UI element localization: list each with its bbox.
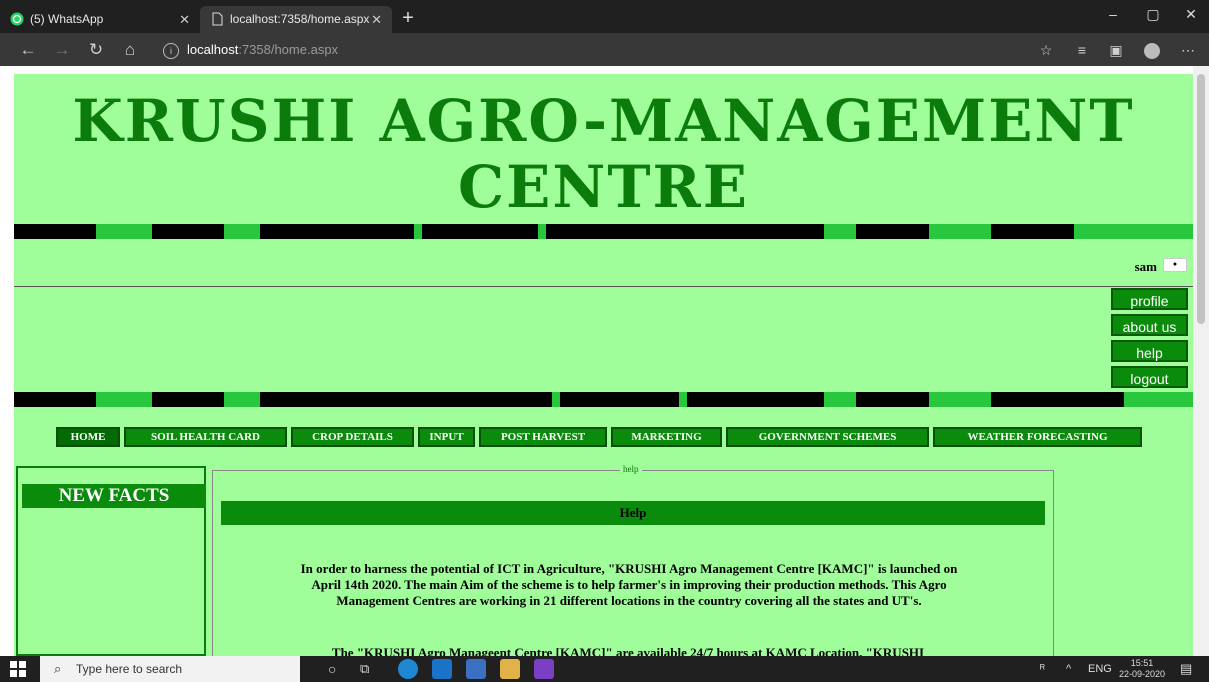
about-us-button[interactable]: about us [1111, 314, 1188, 336]
taskbar-clock[interactable]: 15:51 22-09-2020 [1117, 658, 1167, 680]
new-facts-title: NEW FACTS [58, 485, 170, 506]
favorite-star-icon[interactable]: ☆ [1034, 38, 1058, 62]
url-input[interactable]: i localhost:7358/home.aspx [163, 37, 1063, 62]
menu-soil-health-card[interactable]: SOIL HEALTH CARD [124, 427, 287, 447]
forward-icon[interactable]: → [50, 38, 74, 62]
scrollbar-thumb[interactable] [1197, 74, 1205, 324]
windows-taskbar: ⌕ Type here to search ○ ⧉ ᴿ ^ ENG 15:51 … [0, 656, 1209, 682]
help-paragraph-2: The "KRUSHI Agro Manageent Centre [KAMC]… [331, 645, 925, 656]
info-icon[interactable]: i [163, 42, 179, 59]
band-segment [96, 392, 152, 407]
help-paragraph-1: In order to harness the potential of ICT… [300, 561, 958, 608]
clock-time: 15:51 [1130, 658, 1154, 668]
whatsapp-icon [10, 12, 24, 26]
band-segment [224, 224, 260, 239]
close-tab-icon[interactable]: ✕ [179, 6, 190, 33]
task-view-icon[interactable]: ⧉ [360, 656, 369, 682]
username-label: sam [1134, 259, 1157, 274]
file-explorer-icon[interactable] [500, 659, 520, 679]
minimize-button[interactable]: – [1098, 6, 1128, 22]
menu-marketing[interactable]: MARKETING [611, 427, 722, 447]
page-viewport: KRUSHI AGRO-MANAGEMENT CENTRE sam ● prof… [0, 66, 1209, 656]
page-scrollbar[interactable] [1193, 66, 1209, 656]
site-header: KRUSHI AGRO-MANAGEMENT CENTRE [14, 74, 1193, 224]
url-host: localhost [187, 42, 239, 57]
band-segment [824, 392, 856, 407]
remote-app-icon[interactable] [466, 659, 486, 679]
band-segment [1074, 224, 1193, 239]
taskbar-search-input[interactable]: ⌕ Type here to search [40, 656, 300, 682]
clock-date: 22-09-2020 [1118, 669, 1166, 679]
collections-icon[interactable]: ▣ [1104, 38, 1128, 62]
visual-studio-icon[interactable] [534, 659, 554, 679]
tab-home[interactable]: localhost:7358/home.aspx ✕ [200, 6, 392, 33]
refresh-icon[interactable]: ↻ [84, 38, 108, 62]
profile-avatar-icon[interactable] [1140, 38, 1164, 62]
band-segment [224, 392, 260, 407]
tab-whatsapp[interactable]: (5) WhatsApp ✕ [0, 6, 200, 33]
profile-button[interactable]: profile [1111, 288, 1188, 310]
search-icon: ⌕ [54, 661, 62, 676]
help-fieldset: help Help In order to harness the potent… [212, 464, 1054, 656]
site-title: KRUSHI AGRO-MANAGEMENT CENTRE [72, 87, 1135, 221]
user-menu-button[interactable]: ● [1163, 258, 1187, 272]
favorites-list-icon[interactable]: ≡ [1070, 38, 1094, 62]
menu-weather-forecasting[interactable]: WEATHER FORECASTING [933, 427, 1142, 447]
band-segment [929, 392, 991, 407]
header-band [14, 224, 1193, 239]
new-tab-button[interactable]: + [396, 6, 420, 30]
cortana-icon[interactable]: ○ [328, 656, 336, 682]
fieldset-legend: help [620, 464, 642, 474]
mail-app-icon[interactable] [432, 659, 452, 679]
band-segment [929, 224, 991, 239]
new-facts-header: NEW FACTS [22, 484, 206, 508]
maximize-button[interactable]: ▢ [1138, 6, 1168, 23]
band-segment [824, 224, 856, 239]
band-segment [1124, 392, 1193, 407]
menu-post-harvest[interactable]: POST HARVEST [479, 427, 607, 447]
home-icon[interactable]: ⌂ [118, 38, 142, 62]
tab-title: localhost:7358/home.aspx [230, 12, 370, 26]
page-content: KRUSHI AGRO-MANAGEMENT CENTRE sam ● prof… [14, 74, 1193, 656]
tab-title: (5) WhatsApp [30, 12, 104, 26]
close-window-button[interactable]: ✕ [1176, 6, 1206, 23]
user-row: sam ● [14, 239, 1193, 287]
band-segment [538, 224, 546, 239]
help-button[interactable]: help [1111, 340, 1188, 362]
show-hidden-icons[interactable]: ^ [1066, 656, 1071, 682]
menu-crop-details[interactable]: CROP DETAILS [291, 427, 414, 447]
page-icon [212, 12, 223, 26]
new-facts-panel: NEW FACTS [16, 466, 206, 656]
close-tab-icon[interactable]: ✕ [371, 6, 382, 33]
more-menu-icon[interactable]: ⋯ [1176, 38, 1200, 62]
windows-start-icon[interactable] [10, 661, 26, 677]
back-icon[interactable]: ← [16, 38, 40, 62]
notification-icon[interactable]: ▤ [1180, 656, 1192, 682]
menu-government-schemes[interactable]: GOVERNMENT SCHEMES [726, 427, 929, 447]
band-segment [679, 392, 687, 407]
menu-home[interactable]: HOME [56, 427, 120, 447]
help-heading: Help [221, 501, 1045, 525]
logout-button[interactable]: logout [1111, 366, 1188, 388]
url-path: :7358/home.aspx [238, 42, 339, 57]
edge-app-icon[interactable] [398, 659, 418, 679]
band-segment [414, 224, 422, 239]
people-icon[interactable]: ᴿ [1040, 656, 1045, 682]
browser-tab-bar: (5) WhatsApp ✕ localhost:7358/home.aspx … [0, 0, 1209, 33]
search-placeholder: Type here to search [76, 662, 183, 676]
band-segment [96, 224, 152, 239]
menu-input[interactable]: INPUT [418, 427, 475, 447]
address-bar-row: ← → ↻ ⌂ i localhost:7358/home.aspx ☆ ≡ ▣ … [0, 33, 1209, 66]
nav-band [14, 392, 1193, 407]
band-segment [552, 392, 560, 407]
language-indicator[interactable]: ENG [1088, 656, 1112, 682]
